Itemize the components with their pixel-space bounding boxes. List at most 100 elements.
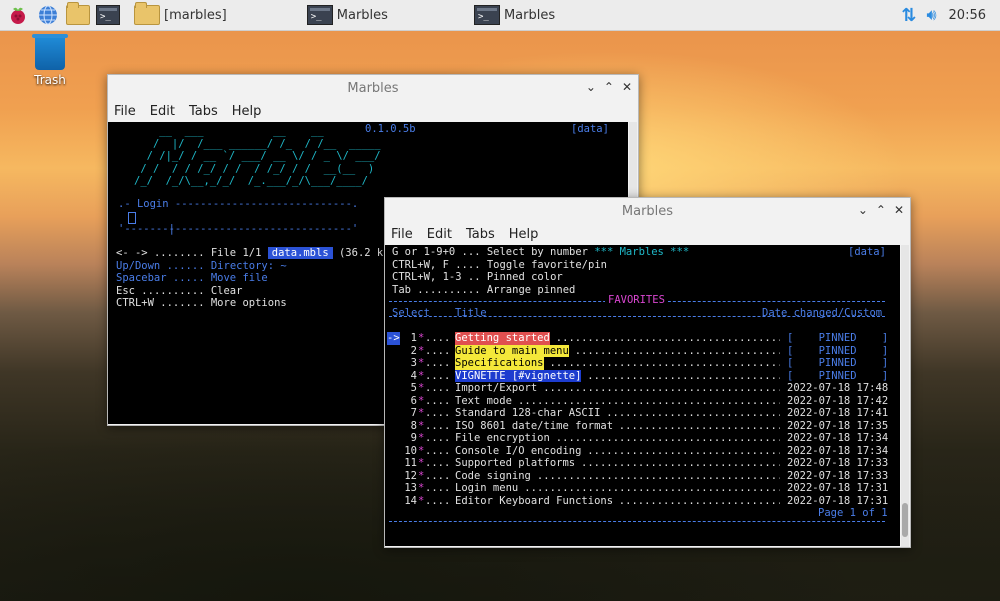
table-row[interactable]: 5 *.... Import/Export.....................… <box>385 382 895 395</box>
minimize-icon[interactable]: ⌄ <box>586 80 596 94</box>
key-desc: Toggle favorite/pin <box>486 258 607 271</box>
favorite-star-icon: * <box>418 344 425 357</box>
dot-leader: ........................................… <box>543 382 780 394</box>
login-box[interactable]: .- Login ----------------------------. |… <box>118 198 409 236</box>
row-date: 2022-07-18 17:31 <box>787 482 889 494</box>
trash-desktop-item[interactable]: Trash <box>28 34 72 87</box>
key-name: Spacebar <box>116 272 167 284</box>
row-number: 5 <box>410 382 417 394</box>
key-name: CTRL+W, 1-3 <box>392 271 462 283</box>
file-size: (36.2 k <box>338 247 384 259</box>
dot-leader: .... <box>425 344 451 357</box>
window-titlebar[interactable]: Marbles ⌄ ⌃ ✕ <box>108 75 638 101</box>
menu-file[interactable]: File <box>391 227 413 242</box>
menu-edit[interactable]: Edit <box>427 227 452 242</box>
row-date: [ PINNED ] <box>787 344 889 357</box>
row-number: 13 <box>404 482 417 494</box>
logo-line: / /|_/ / __ `/ ___/ __ \/ / _ \/ ___/ <box>134 150 381 162</box>
table-row[interactable]: 4 *.... VIGNETTE [#vignette]..............… <box>385 369 895 382</box>
scrollbar[interactable] <box>901 245 909 547</box>
row-title: Import/Export <box>455 382 538 394</box>
favorites-list: -> 1 *.... Getting started.................… <box>385 332 895 507</box>
clock[interactable]: 20:56 <box>949 8 986 23</box>
maximize-icon[interactable]: ⌃ <box>876 203 886 217</box>
dot-leader: ........................................… <box>587 369 780 382</box>
scrollbar-thumb[interactable] <box>902 503 908 537</box>
key-help-row: Up/Down ...... Directory: ~ <box>116 260 383 273</box>
table-row[interactable]: -> 1 *.... Getting started.................… <box>385 332 895 345</box>
taskbar: >_ [marbles] >_ Marbles >_ Marbles ⇅ 🔊︎ … <box>0 0 1000 31</box>
taskbar-terminal-task-2[interactable]: >_ Marbles <box>473 2 555 28</box>
dot-leader: .... <box>425 432 451 444</box>
key-desc: Pinned color <box>486 271 563 283</box>
menu-file[interactable]: File <box>114 104 136 119</box>
minimize-icon[interactable]: ⌄ <box>858 203 868 217</box>
row-title: VIGNETTE [#vignette] <box>455 369 582 382</box>
favorite-star-icon: * <box>418 369 425 382</box>
page-indicator: Page 1 of 1 <box>818 507 888 519</box>
table-row[interactable]: 14 *.... Editor Keyboard Functions........… <box>385 495 895 508</box>
dot-leader: .... <box>425 469 451 482</box>
file-manager-icon[interactable] <box>66 2 90 27</box>
table-row[interactable]: 12 *.... Code signing.....................… <box>385 470 895 483</box>
key-help-list: <- -> ........ File 1/1 data.mbls (36.2 … <box>116 247 383 310</box>
web-browser-icon[interactable] <box>36 3 60 27</box>
table-row[interactable]: 9 *.... File encryption...................… <box>385 432 895 445</box>
taskbar-terminal-task-1[interactable]: >_ Marbles <box>306 2 388 28</box>
dot-leader: .... <box>425 419 451 432</box>
row-date: [ PINNED ] <box>787 369 889 382</box>
table-row[interactable]: 10 *.... Console I/O encoding.............… <box>385 445 895 458</box>
raspberry-menu-icon[interactable] <box>6 3 30 27</box>
table-row[interactable]: 2 *.... Guide to main menu................… <box>385 344 895 357</box>
login-box-mid-text: | | <box>168 223 409 235</box>
folder-icon <box>134 2 160 25</box>
window-titlebar[interactable]: Marbles ⌄ ⌃ ✕ <box>385 198 910 224</box>
dot-leader: ........................................… <box>618 419 780 432</box>
row-title: Code signing <box>455 469 531 482</box>
menu-tabs[interactable]: Tabs <box>189 104 218 119</box>
network-transfer-icon[interactable]: ⇅ <box>901 5 916 26</box>
row-date: 2022-07-18 17:42 <box>787 394 889 407</box>
table-row[interactable]: 11 *.... Supported platforms..............… <box>385 457 895 470</box>
dot-leader: ........................................… <box>524 482 780 494</box>
file-name-badge[interactable]: data.mbls <box>267 247 333 259</box>
row-number: 3 <box>410 357 417 369</box>
dot-leader: ........................................… <box>581 457 780 469</box>
data-tag: [data] <box>571 123 609 135</box>
taskbar-folder-task[interactable]: [marbles] <box>134 2 227 28</box>
key-help-row: Esc .......... Clear <box>116 285 383 298</box>
row-title: Standard 128-char ASCII <box>455 407 601 419</box>
dot-leader: ........................................… <box>574 344 780 357</box>
row-title: ISO 8601 date/time format <box>455 419 614 432</box>
table-row[interactable]: 13 *.... Login menu.......................… <box>385 482 895 495</box>
taskbar-terminal-task-1-label: Marbles <box>336 7 388 23</box>
row-date: 2022-07-18 17:34 <box>787 444 889 457</box>
table-row[interactable]: 8 *.... ISO 8601 date/time format.........… <box>385 420 895 433</box>
table-row[interactable]: 3 *.... Specifications....................… <box>385 357 895 370</box>
row-title: File encryption <box>455 432 550 444</box>
dot-leader: ........................................… <box>555 332 780 344</box>
maximize-icon[interactable]: ⌃ <box>604 80 614 94</box>
close-icon[interactable]: ✕ <box>622 80 632 94</box>
row-date: 2022-07-18 17:41 <box>787 407 889 419</box>
dot-leader: ........................................… <box>536 469 780 482</box>
help-row: CTRL+W, F .... Toggle favorite/pin <box>392 259 689 272</box>
menu-tabs[interactable]: Tabs <box>466 227 495 242</box>
window-title: Marbles <box>621 203 674 219</box>
row-date: 2022-07-18 17:35 <box>787 419 889 432</box>
terminal-launcher-icon[interactable]: >_ <box>96 3 120 27</box>
table-row[interactable]: 7 *.... Standard 128-char ASCII...........… <box>385 407 895 420</box>
favorites-label: FAVORITES <box>605 294 668 307</box>
close-icon[interactable]: ✕ <box>894 203 904 217</box>
favorite-star-icon: * <box>418 482 425 494</box>
volume-icon[interactable]: 🔊︎ <box>926 5 936 25</box>
menu-help[interactable]: Help <box>232 104 262 119</box>
login-cursor <box>128 211 136 224</box>
terminal-icon: >_ <box>473 5 500 25</box>
menu-help[interactable]: Help <box>509 227 539 242</box>
selection-arrow: -> <box>387 332 400 345</box>
menu-edit[interactable]: Edit <box>150 104 175 119</box>
terminal-area[interactable]: [data] G or 1-9+0 ... Select by number *… <box>385 245 900 546</box>
login-box-mid[interactable]: | | <box>118 211 409 235</box>
table-row[interactable]: 6 *.... Text mode.........................… <box>385 395 895 408</box>
